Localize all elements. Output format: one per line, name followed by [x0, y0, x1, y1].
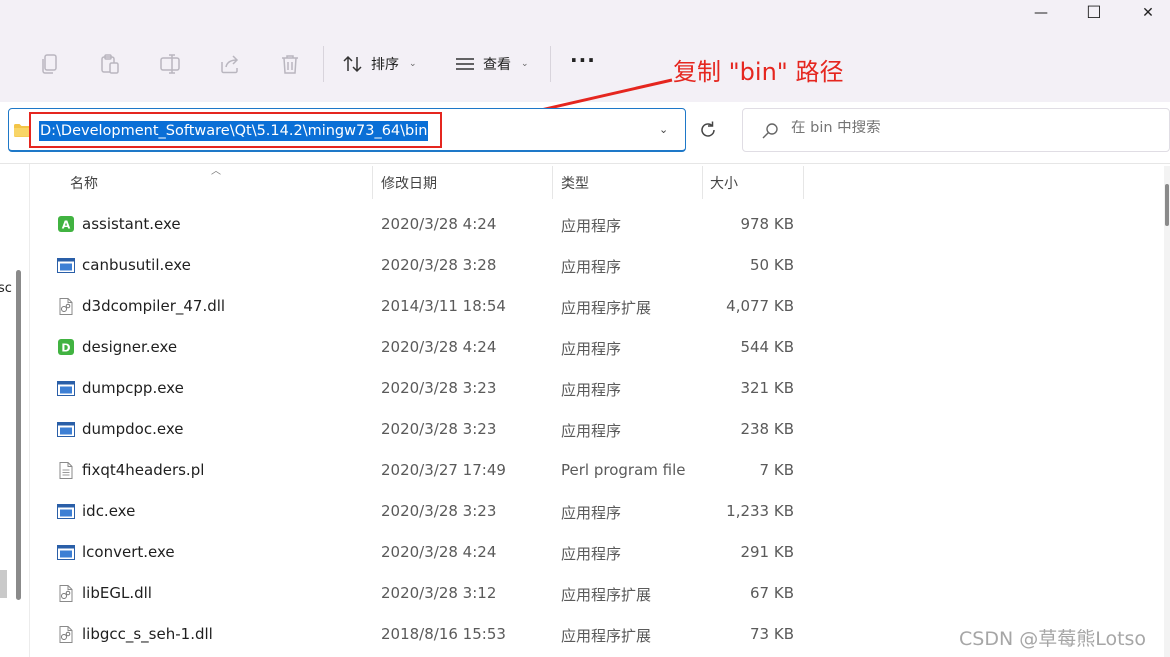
file-modified: 2020/3/28 4:24	[381, 338, 497, 356]
column-header-label: 类型	[561, 175, 589, 192]
column-header-label: 大小	[710, 175, 738, 192]
file-size: 321 KB	[740, 379, 794, 397]
file-type: Perl program file	[561, 461, 686, 479]
file-name: idc.exe	[82, 502, 136, 520]
file-modified: 2020/3/28 4:24	[381, 215, 497, 233]
text-file-icon	[59, 462, 73, 479]
file-name: assistant.exe	[82, 215, 181, 233]
file-modified: 2020/3/28 4:24	[381, 543, 497, 561]
app-window-icon	[57, 422, 75, 437]
file-modified: 2020/3/28 3:28	[381, 256, 497, 274]
dll-file-icon	[59, 585, 73, 602]
file-name: libgcc_s_seh-1.dll	[82, 625, 213, 643]
app-window-icon	[57, 381, 75, 396]
dll-file-icon	[59, 626, 73, 643]
file-type: 应用程序	[561, 340, 622, 358]
chevron-down-icon[interactable]: ⌄	[659, 123, 668, 136]
file-row[interactable]: libgcc_s_seh-1.dll 2018/8/16 15:53 应用程序扩…	[40, 614, 810, 655]
app-window-icon	[57, 258, 75, 273]
file-row[interactable]: lconvert.exe 2020/3/28 4:24 应用程序 291 KB	[40, 532, 810, 573]
file-type: 应用程序	[561, 217, 622, 235]
vertical-scrollbar[interactable]	[1164, 166, 1170, 657]
file-row[interactable]: idc.exe 2020/3/28 3:23 应用程序 1,233 KB	[40, 491, 810, 532]
search-input[interactable]	[791, 120, 1151, 136]
address-bar[interactable]: D:\Development_Software\Qt\5.14.2\mingw7…	[8, 108, 686, 152]
app-window-icon	[57, 545, 75, 560]
file-size: 67 KB	[750, 584, 794, 602]
file-modified: 2018/8/16 15:53	[381, 625, 506, 643]
column-header-size[interactable]: 大小	[703, 166, 804, 199]
file-modified: 2014/3/11 18:54	[381, 297, 506, 315]
file-type: 应用程序	[561, 422, 622, 440]
file-name: dumpdoc.exe	[82, 420, 184, 438]
file-type: 应用程序	[561, 258, 622, 276]
file-type: 应用程序扩展	[561, 299, 652, 317]
scrollbar-thumb[interactable]	[1165, 184, 1169, 226]
dll-file-icon	[59, 298, 73, 315]
file-size: 544 KB	[740, 338, 794, 356]
address-path[interactable]: D:\Development_Software\Qt\5.14.2\mingw7…	[39, 121, 429, 141]
file-modified: 2020/3/28 3:12	[381, 584, 497, 602]
file-size: 238 KB	[740, 420, 794, 438]
file-modified: 2020/3/28 3:23	[381, 502, 497, 520]
search-icon	[762, 123, 778, 139]
search-box[interactable]	[742, 108, 1170, 152]
file-type: 应用程序扩展	[561, 586, 652, 604]
file-name: lconvert.exe	[82, 543, 175, 561]
file-type: 应用程序	[561, 381, 622, 399]
column-header-label: 修改日期	[381, 175, 437, 192]
file-size: 7 KB	[759, 461, 794, 479]
svg-text:A: A	[62, 219, 71, 232]
file-name: canbusutil.exe	[82, 256, 191, 274]
file-row[interactable]: fixqt4headers.pl 2020/3/27 17:49 Perl pr…	[40, 450, 810, 491]
file-row[interactable]: dumpdoc.exe 2020/3/28 3:23 应用程序 238 KB	[40, 409, 810, 450]
file-modified: 2020/3/28 3:23	[381, 420, 497, 438]
app-window-icon	[57, 504, 75, 519]
folder-icon	[14, 124, 30, 137]
divider	[0, 163, 1170, 164]
refresh-icon	[701, 121, 715, 137]
file-row[interactable]: libEGL.dll 2020/3/28 3:12 应用程序扩展 67 KB	[40, 573, 810, 614]
file-row[interactable]: canbusutil.exe 2020/3/28 3:28 应用程序 50 KB	[40, 245, 810, 286]
svg-text:D: D	[61, 342, 70, 355]
file-type: 应用程序扩展	[561, 627, 652, 645]
file-size: 50 KB	[750, 256, 794, 274]
nav-scrollbar[interactable]	[16, 270, 21, 600]
file-row[interactable]: dumpcpp.exe 2020/3/28 3:23 应用程序 321 KB	[40, 368, 810, 409]
nav-scrollbar-track[interactable]	[0, 570, 7, 598]
file-size: 291 KB	[740, 543, 794, 561]
file-name: dumpcpp.exe	[82, 379, 184, 397]
designer-app-icon: D	[58, 339, 74, 355]
file-size: 978 KB	[740, 215, 794, 233]
file-row[interactable]: A assistant.exe 2020/3/28 4:24 应用程序 978 …	[40, 204, 810, 245]
file-size: 4,077 KB	[726, 297, 794, 315]
file-modified: 2020/3/27 17:49	[381, 461, 506, 479]
annotation-highlight-box: D:\Development_Software\Qt\5.14.2\mingw7…	[29, 112, 442, 148]
file-name: designer.exe	[82, 338, 178, 356]
column-header-label: 名称	[70, 175, 98, 192]
file-row[interactable]: d3dcompiler_47.dll 2014/3/11 18:54 应用程序扩…	[40, 286, 810, 327]
file-type: 应用程序	[561, 504, 622, 522]
file-name: libEGL.dll	[82, 584, 152, 602]
file-row[interactable]: D designer.exe 2020/3/28 4:24 应用程序 544 K…	[40, 327, 810, 368]
file-name: d3dcompiler_47.dll	[82, 297, 226, 315]
file-size: 73 KB	[750, 625, 794, 643]
refresh-button[interactable]	[686, 108, 730, 152]
file-name: fixqt4headers.pl	[82, 461, 205, 479]
file-type: 应用程序	[561, 545, 622, 563]
column-header-modified[interactable]: 修改日期	[373, 166, 553, 199]
assistant-app-icon: A	[58, 216, 74, 232]
watermark: CSDN @草莓熊Lotso	[959, 628, 1147, 650]
file-size: 1,233 KB	[726, 502, 794, 520]
file-modified: 2020/3/28 3:23	[381, 379, 497, 397]
column-header-type[interactable]: 类型	[553, 166, 703, 199]
column-header-name[interactable]: 名称	[40, 166, 373, 199]
nav-item-partial[interactable]: sc	[0, 281, 12, 296]
